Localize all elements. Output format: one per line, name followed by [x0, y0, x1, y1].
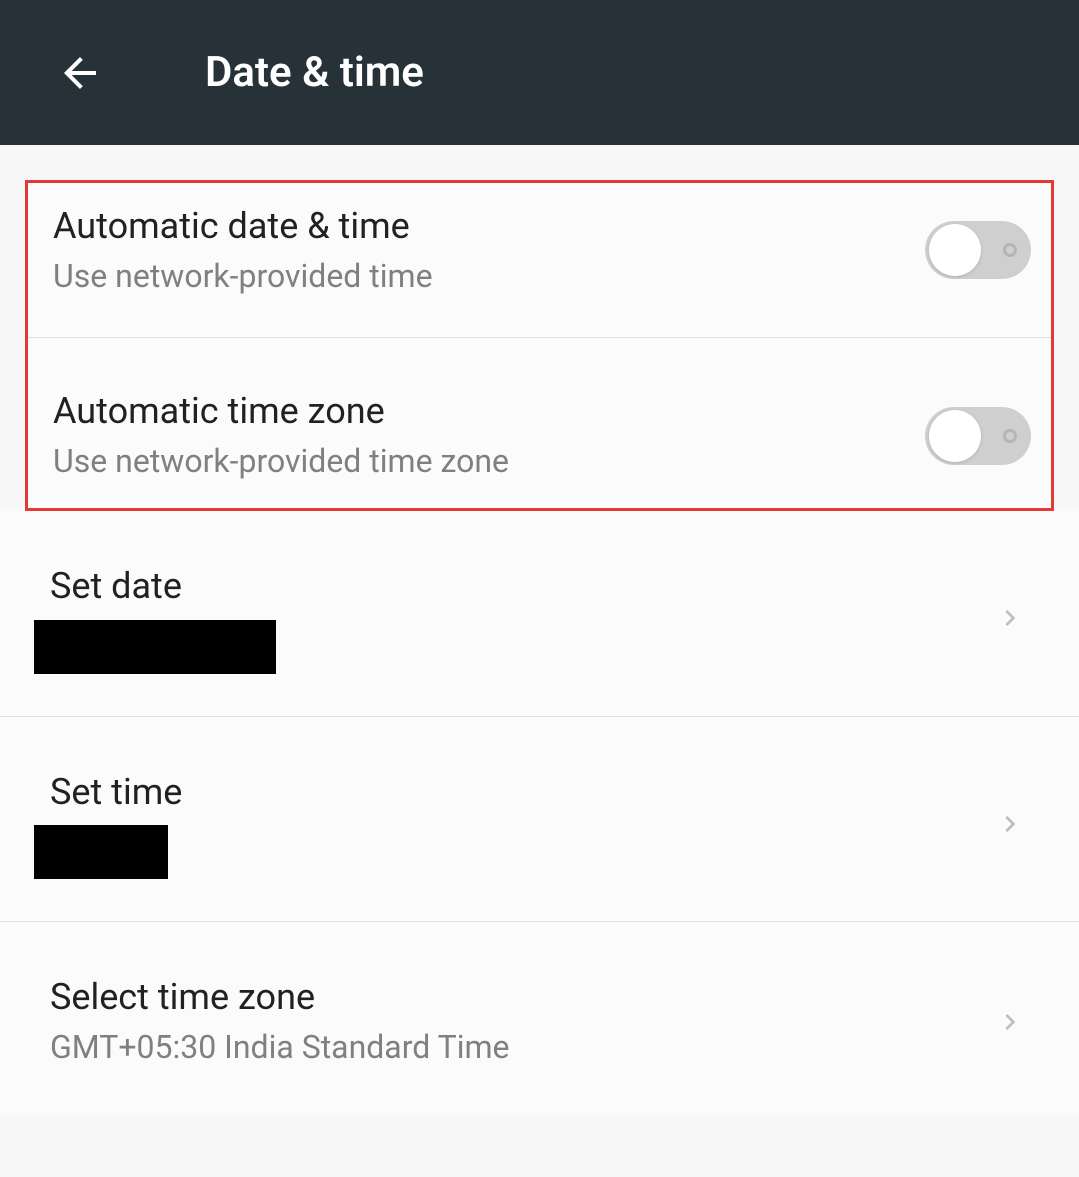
chevron-right-icon [994, 602, 1034, 634]
automatic-time-zone-toggle[interactable] [925, 407, 1031, 465]
row-text: Set date [50, 563, 276, 674]
row-title: Select time zone [50, 974, 510, 1021]
automatic-date-time-row[interactable]: Automatic date & time Use network-provid… [28, 183, 1051, 337]
row-text: Set time [50, 769, 182, 880]
page-title: Date & time [205, 48, 424, 97]
row-title: Automatic time zone [53, 388, 509, 435]
set-time-row[interactable]: Set time [0, 717, 1079, 923]
toggle-knob [929, 410, 981, 462]
chevron-right-icon [994, 1006, 1034, 1038]
automatic-date-time-toggle[interactable] [925, 221, 1031, 279]
row-title: Automatic date & time [53, 203, 433, 250]
row-text: Select time zone GMT+05:30 India Standar… [50, 974, 510, 1068]
back-icon[interactable] [50, 43, 110, 103]
redacted-time-value [34, 825, 168, 879]
select-time-zone-row[interactable]: Select time zone GMT+05:30 India Standar… [0, 922, 1079, 1114]
row-title: Set date [50, 563, 276, 610]
settings-list: Automatic date & time Use network-provid… [0, 145, 1079, 1115]
row-subtitle: Use network-provided time [53, 256, 433, 298]
toggle-knob [929, 224, 981, 276]
toggle-indicator-icon [1003, 429, 1017, 443]
chevron-right-icon [994, 808, 1034, 840]
row-subtitle: Use network-provided time zone [53, 441, 509, 483]
toggle-indicator-icon [1003, 243, 1017, 257]
row-title: Set time [50, 769, 182, 816]
row-text: Automatic time zone Use network-provided… [53, 388, 509, 482]
redacted-date-value [34, 620, 276, 674]
set-date-row[interactable]: Set date [0, 511, 1079, 717]
row-subtitle: GMT+05:30 India Standard Time [50, 1027, 510, 1069]
app-header: Date & time [0, 0, 1079, 145]
highlight-box: Automatic date & time Use network-provid… [25, 180, 1054, 511]
row-text: Automatic date & time Use network-provid… [53, 203, 433, 297]
automatic-time-zone-row[interactable]: Automatic time zone Use network-provided… [28, 337, 1051, 507]
